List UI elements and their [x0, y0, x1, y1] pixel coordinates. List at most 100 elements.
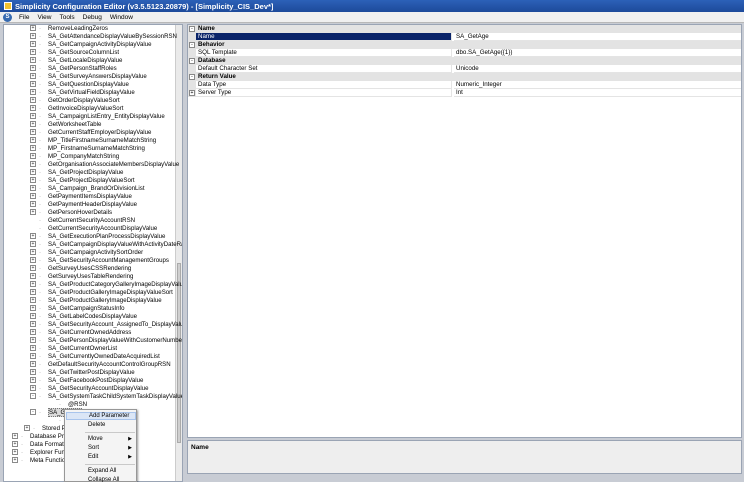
expand-icon[interactable]: + [30, 193, 36, 200]
expand-icon[interactable]: + [30, 257, 36, 264]
collapse-icon[interactable]: - [30, 409, 36, 416]
tree-item[interactable]: + · SA_GetProductGalleryImageDisplayValue [30, 297, 162, 305]
context-menu-item[interactable]: Expand All [66, 467, 136, 475]
tree-item[interactable]: + · RemoveLeadingZeros [30, 25, 108, 33]
tree-item[interactable]: + · SA_GetProjectDisplayValue [30, 169, 123, 177]
tree-item[interactable]: + · GetInvoiceDisplayValueSort [30, 105, 123, 113]
expand-icon[interactable]: + [30, 289, 36, 296]
tree-item[interactable]: + · SA_GetLabelCodesDisplayValue [30, 313, 137, 321]
property-value[interactable]: dbo.SA_GetAge({1}) [454, 49, 741, 57]
tree-scrollbar[interactable] [175, 25, 182, 481]
expand-icon[interactable]: + [30, 305, 36, 312]
expand-icon[interactable]: + [30, 313, 36, 320]
property-category[interactable]: - Behavior [188, 41, 741, 49]
tree-item[interactable]: + · SA_GetCampaignActivitySortOrder [30, 249, 143, 257]
expand-icon[interactable]: + [30, 241, 36, 248]
tree-item[interactable]: + · GetSurveyUsesTableRendering [30, 273, 133, 281]
expand-icon[interactable]: + [30, 177, 36, 184]
expand-icon[interactable]: + [30, 97, 36, 104]
expand-icon[interactable]: + [30, 273, 36, 280]
expand-icon[interactable]: + [30, 137, 36, 144]
property-row[interactable]: Data Type Numeric_Integer [188, 81, 741, 89]
expand-icon[interactable]: + [30, 25, 36, 32]
property-category[interactable]: - Database [188, 57, 741, 65]
property-category[interactable]: - Return Value [188, 73, 741, 81]
tree-item[interactable]: - · SA_GetSystemTaskChildSystemTaskDisplay… [30, 393, 182, 401]
context-menu-item[interactable]: Edit ▶ [66, 453, 136, 461]
expand-icon[interactable]: + [12, 441, 18, 448]
expand-icon[interactable]: + [30, 105, 36, 112]
tree-item[interactable]: + · GetPaymentHeaderDisplayValue [30, 201, 137, 209]
menu-file[interactable]: File [15, 14, 33, 21]
expand-icon[interactable]: + [30, 113, 36, 120]
expand-icon[interactable]: + [12, 433, 18, 440]
tree-item[interactable]: + · SA_GetSecurityAccount_AssignedTo_Displ… [30, 321, 182, 329]
tree-item[interactable]: + · MP_TitleFirstnameSurnameMatchString [30, 137, 156, 145]
expand-icon[interactable]: + [30, 233, 36, 240]
property-row[interactable]: Name SA_GetAge [188, 33, 741, 41]
property-value[interactable]: Unicode [454, 65, 741, 73]
tree-item[interactable]: · GetCurrentSecurityAccountRSN [30, 217, 135, 225]
menu-view[interactable]: View [33, 14, 55, 21]
expand-icon[interactable]: + [30, 73, 36, 80]
property-category[interactable]: - Name [188, 25, 741, 33]
tree-item[interactable]: + · GetWorksheetTable [30, 121, 101, 129]
menu-window[interactable]: Window [106, 14, 137, 21]
context-menu-item[interactable]: Sort ▶ [66, 444, 136, 452]
tree-item[interactable]: + · SA_GetPersonDisplayValueWithCustomerNu… [30, 337, 182, 345]
tree-item[interactable]: + · SA_GetExecutionPlanProcessDisplayValue [30, 233, 165, 241]
expand-icon[interactable]: + [30, 89, 36, 96]
expand-icon[interactable]: + [12, 457, 18, 464]
tree-item[interactable]: + · SA_GetSecurityAccountManagementGroups [30, 257, 169, 265]
property-value[interactable]: Numeric_Integer [454, 81, 741, 89]
context-menu-item[interactable]: Delete [66, 421, 136, 429]
tree-item[interactable]: · GetCurrentSecurityAccountDisplayValue [30, 225, 157, 233]
expand-icon[interactable]: + [30, 49, 36, 56]
expand-icon[interactable]: + [30, 361, 36, 368]
expand-icon[interactable]: + [30, 265, 36, 272]
tree-item[interactable]: + · SA_GetSourceColumnList [30, 49, 119, 57]
tree-item[interactable]: + · GetOrganisationAssociateMembersDisplay… [30, 161, 179, 169]
property-value[interactable]: SA_GetAge [454, 33, 741, 41]
expand-icon[interactable]: + [30, 65, 36, 72]
expand-icon[interactable]: + [30, 161, 36, 168]
tree-item[interactable]: + · Data Formats [12, 441, 67, 449]
tree-item[interactable]: + · SA_GetCurrentlyOwnedDateAcquiredList [30, 353, 160, 361]
collapse-icon[interactable]: - [189, 42, 195, 48]
property-row[interactable]: + Server Type Int [188, 89, 741, 97]
expand-icon[interactable]: + [30, 209, 36, 216]
expand-icon[interactable]: + [30, 321, 36, 328]
expand-icon[interactable]: + [30, 369, 36, 376]
menu-tools[interactable]: Tools [55, 14, 78, 21]
tree-item[interactable]: + · GetPersonHoverDetails [30, 209, 112, 217]
expand-icon[interactable]: + [30, 121, 36, 128]
tree-item[interactable]: + · Meta Functions [12, 457, 72, 465]
expand-icon[interactable]: + [189, 90, 195, 96]
property-row[interactable]: Default Character Set Unicode [188, 65, 741, 73]
tree-item[interactable]: + · SA_GetCampaignDisplayValueWithActivity… [30, 241, 182, 249]
tree-item[interactable]: + · SA_GetVirtualFieldDisplayValue [30, 89, 135, 97]
tree-item[interactable]: + · MP_CompanyMatchString [30, 153, 119, 161]
tree-item[interactable]: + · GetCurrentStaffEmployerDisplayValue [30, 129, 151, 137]
expand-icon[interactable]: + [30, 57, 36, 64]
tree-item[interactable]: + · SA_CampaignListEntry_EntityDisplayValu… [30, 113, 165, 121]
tree-item[interactable]: + · SA_GetFacebookPostDisplayValue [30, 377, 143, 385]
collapse-icon[interactable]: - [189, 58, 195, 64]
expand-icon[interactable]: + [12, 449, 18, 456]
expand-icon[interactable]: + [30, 281, 36, 288]
tree-item[interactable]: + · SA_GetQuestionDisplayValue [30, 81, 129, 89]
expand-icon[interactable]: + [30, 81, 36, 88]
expand-icon[interactable]: + [30, 337, 36, 344]
context-menu-item[interactable]: Move ▶ [66, 435, 136, 443]
tree-item[interactable]: + · SA_GetCampaignStatusInfo [30, 305, 125, 313]
expand-icon[interactable]: + [30, 33, 36, 40]
tree-scrollbar-thumb[interactable] [177, 263, 181, 443]
tree-item[interactable]: + · SA_GetCurrentOwnedAddress [30, 329, 131, 337]
tree-item[interactable]: + · GetDefaultSecurityAccountControlGroupR… [30, 361, 171, 369]
property-grid[interactable]: - Name Name SA_GetAge - Behavior SQL Template d… [187, 24, 742, 438]
expand-icon[interactable]: + [30, 41, 36, 48]
tree-item[interactable]: + · SA_GetSecurityAccountDisplayValue [30, 385, 148, 393]
tree-item[interactable]: + · GetPaymentItemsDisplayValue [30, 193, 132, 201]
expand-icon[interactable]: + [30, 201, 36, 208]
context-menu-item[interactable]: Add Parameter [66, 412, 136, 420]
